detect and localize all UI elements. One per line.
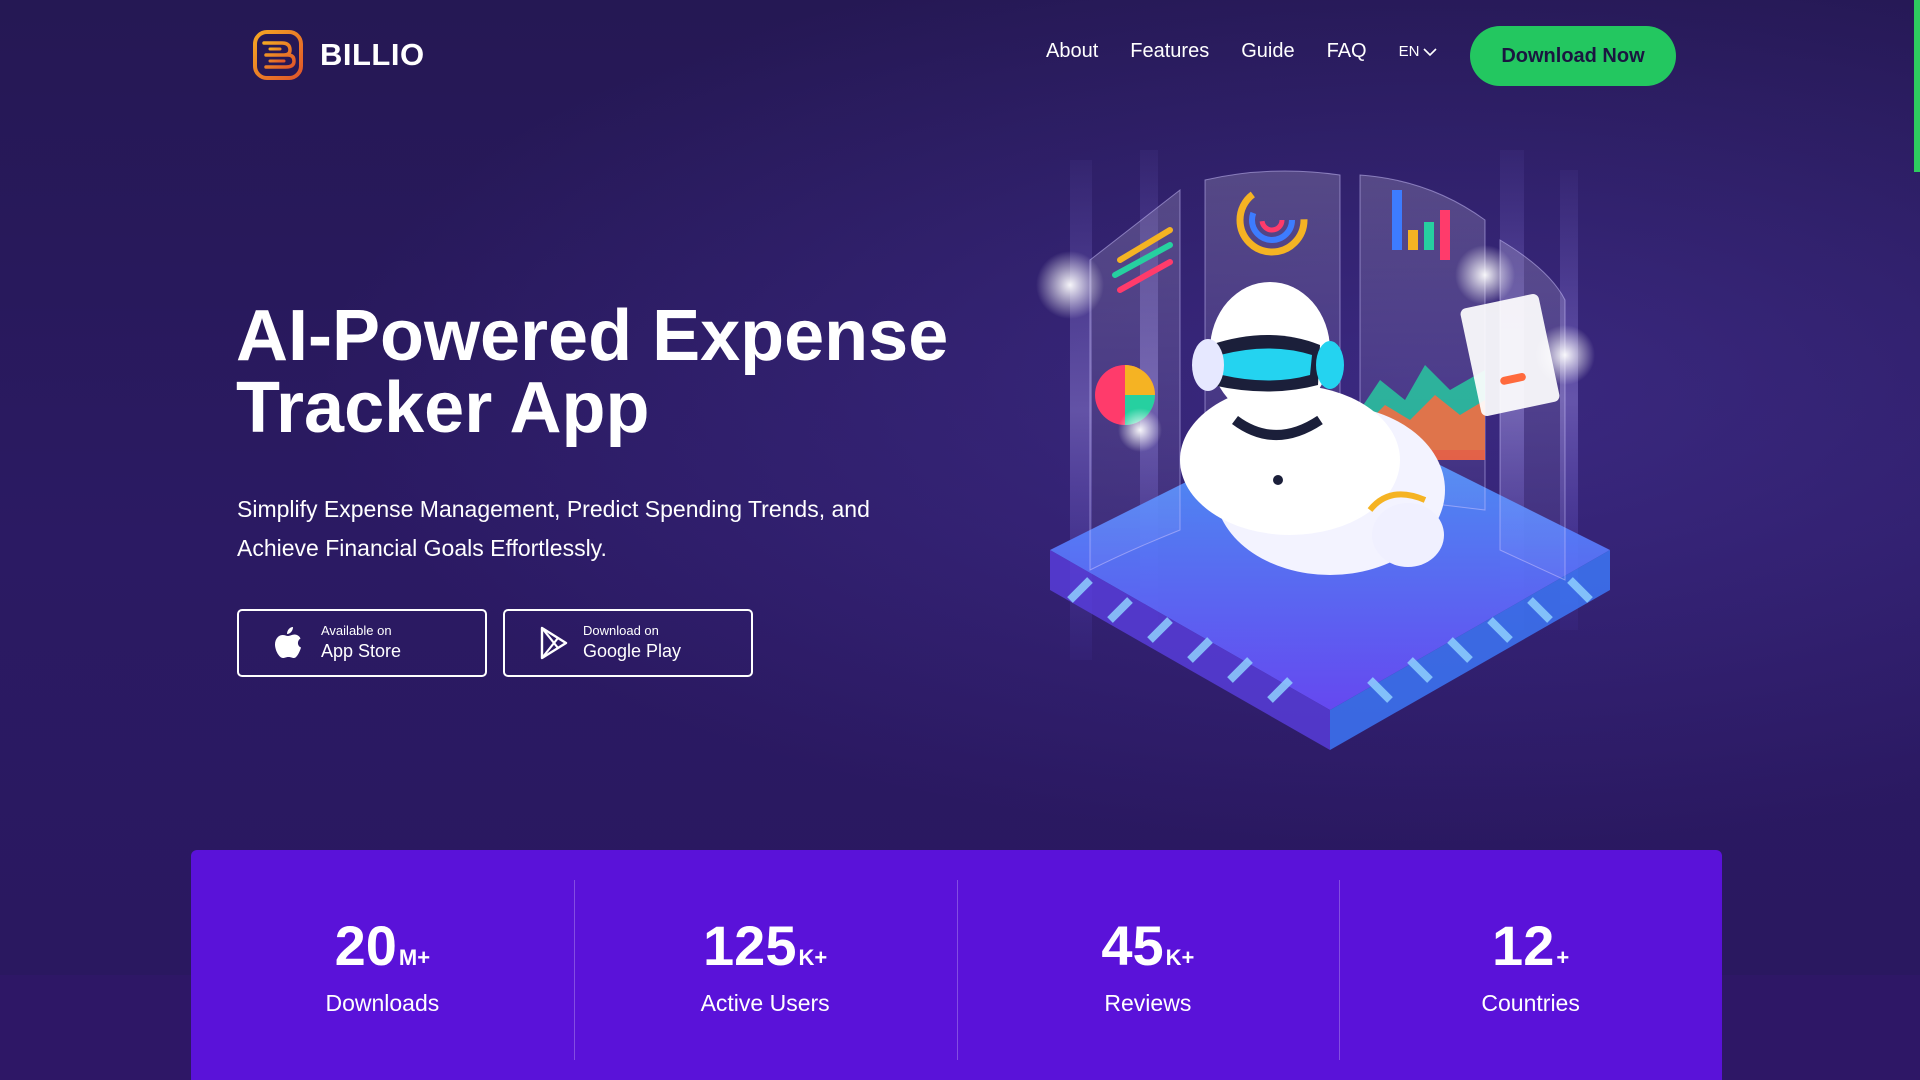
download-now-button[interactable]: Download Now (1470, 26, 1676, 86)
stat-suffix: K+ (798, 945, 828, 970)
hero-title-line-1: AI-Powered Expense (236, 296, 949, 376)
app-store-caption: Available on (321, 623, 392, 638)
stats-band: 20 M+ Downloads 125 K+ Active Users 45 K… (191, 850, 1722, 1080)
google-play-text: Download on Google Play (583, 623, 681, 663)
nav-faq[interactable]: FAQ (1327, 40, 1367, 63)
nav-features[interactable]: Features (1130, 40, 1209, 63)
billio-logo-icon (253, 30, 303, 80)
app-store-label: App Store (321, 641, 402, 661)
brand-name: BILLIO (320, 37, 425, 72)
google-play-label: Google Play (583, 641, 682, 661)
app-store-text: Available on App Store (321, 623, 401, 663)
stat-number: 45 K+ (1101, 916, 1194, 976)
stat-suffix: + (1556, 945, 1570, 970)
stat-suffix: K+ (1165, 945, 1195, 970)
stat-value: 20 (334, 914, 397, 977)
nav-about[interactable]: About (1046, 40, 1098, 63)
hero-title-line-2: Tracker App (236, 368, 650, 448)
stat-value: 45 (1101, 914, 1164, 977)
app-store-button[interactable]: Available on App Store (237, 609, 487, 677)
stat-value: 12 (1492, 914, 1555, 977)
main-nav: About Features Guide FAQ EN (1046, 40, 1471, 63)
stat-downloads: 20 M+ Downloads (191, 850, 574, 1080)
hero-background (0, 0, 1920, 975)
stat-countries: 12 + Countries (1339, 850, 1722, 1080)
stat-value: 125 (703, 914, 797, 977)
hero-subtitle: Simplify Expense Management, Predict Spe… (237, 490, 957, 568)
google-play-icon (540, 626, 568, 660)
stat-number: 20 M+ (335, 916, 430, 976)
google-play-button[interactable]: Download on Google Play (503, 609, 753, 677)
stat-number: 125 K+ (703, 916, 827, 976)
stat-label: Countries (1481, 990, 1580, 1016)
google-play-caption: Download on (583, 623, 659, 638)
hero-subtitle-line-2: Achieve Financial Goals Effortlessly. (237, 535, 607, 561)
stat-number: 12 + (1492, 916, 1569, 976)
stat-label: Active Users (700, 990, 830, 1016)
apple-icon (275, 627, 301, 658)
site-header: BILLIO About Features Guide FAQ EN Downl… (0, 0, 1920, 110)
hero-title: AI-Powered Expense Tracker App (236, 300, 996, 444)
stat-reviews: 45 K+ Reviews (956, 850, 1340, 1080)
brand-logo[interactable]: BILLIO (252, 29, 425, 81)
stat-active-users: 125 K+ Active Users (573, 850, 957, 1080)
language-selector[interactable]: EN (1399, 43, 1438, 60)
stat-label: Downloads (325, 990, 440, 1016)
chevron-down-icon (1423, 47, 1438, 56)
hero-subtitle-line-1: Simplify Expense Management, Predict Spe… (237, 496, 870, 522)
language-label: EN (1398, 43, 1420, 60)
stat-label: Reviews (1104, 990, 1192, 1016)
stat-suffix: M+ (398, 945, 431, 970)
nav-guide[interactable]: Guide (1241, 40, 1294, 63)
ai-robot-illustration (1036, 150, 1610, 750)
